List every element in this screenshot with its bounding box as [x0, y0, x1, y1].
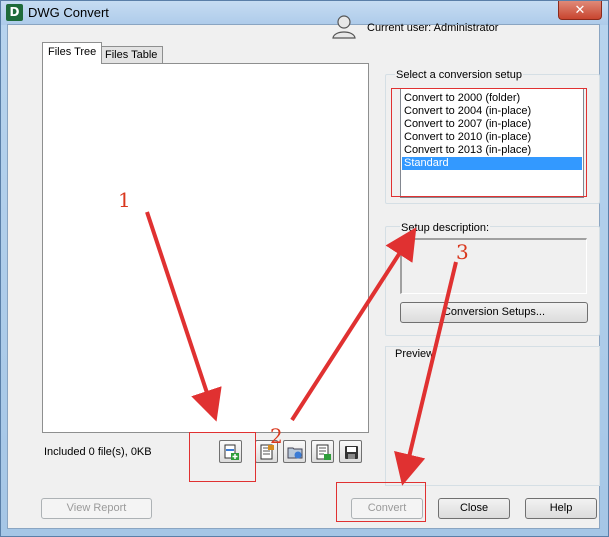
- import-list-icon: [316, 444, 331, 460]
- help-button[interactable]: Help: [525, 498, 597, 519]
- preview-label: Preview: [395, 348, 435, 360]
- setup-description-box: [400, 238, 587, 294]
- current-user-label: Current user: Administrator: [367, 22, 499, 34]
- files-status-text: Included 0 file(s), 0KB: [44, 446, 152, 458]
- tab-files-table[interactable]: Files Table: [99, 46, 164, 64]
- close-window-button[interactable]: ✕: [558, 1, 602, 20]
- view-report-button[interactable]: View Report: [41, 498, 152, 519]
- annotation-step-2: 2: [270, 424, 283, 448]
- add-folder-button[interactable]: [283, 440, 306, 463]
- tab-files-tree[interactable]: Files Tree: [42, 42, 103, 64]
- annotation-step-1: 1: [118, 188, 131, 212]
- conversion-setups-button[interactable]: Conversion Setups...: [400, 302, 588, 323]
- import-list-button[interactable]: [311, 440, 334, 463]
- close-button[interactable]: Close: [438, 498, 510, 519]
- app-icon: D: [6, 4, 23, 21]
- annotation-box-convert: [336, 482, 426, 522]
- setup-description-label: Setup description:: [400, 222, 491, 234]
- annotation-box-add-file: [189, 432, 256, 482]
- save-list-button[interactable]: [339, 440, 362, 463]
- annotation-box-setup-list: [391, 88, 587, 197]
- window-title: DWG Convert: [28, 5, 109, 20]
- conversion-setup-label: Select a conversion setup: [395, 69, 523, 81]
- save-list-icon: [345, 446, 358, 459]
- files-tree-panel[interactable]: [42, 63, 369, 433]
- annotation-step-3: 3: [456, 240, 469, 264]
- title-bar: D DWG Convert ✕: [1, 1, 608, 25]
- user-icon: [332, 15, 356, 39]
- preview-panel: [385, 346, 600, 486]
- add-folder-icon: [287, 447, 303, 459]
